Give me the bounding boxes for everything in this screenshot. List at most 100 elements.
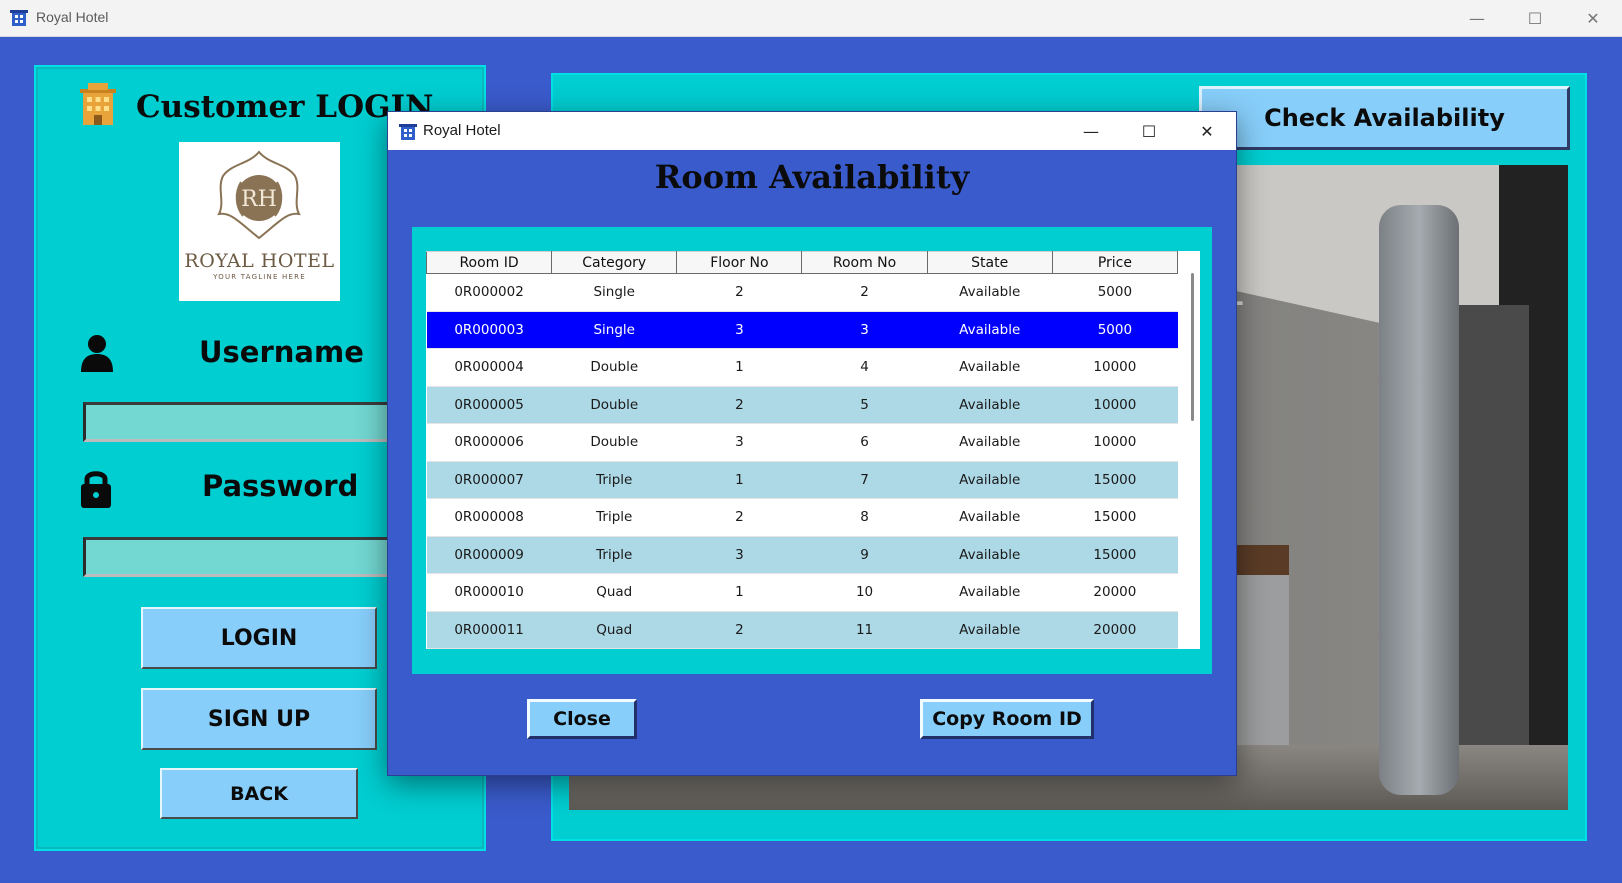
cell-floor-no: 3 [676, 423, 802, 462]
hotel-app-icon [10, 10, 28, 26]
cell-room-id: 0R000011 [426, 611, 552, 649]
table-row[interactable]: 0R000004 Double 1 4 Available 10000 [426, 348, 1178, 387]
dialog-maximize-button[interactable]: ☐ [1120, 112, 1178, 150]
close-window-button[interactable]: ✕ [1564, 0, 1622, 37]
cell-floor-no: 2 [676, 498, 802, 537]
cell-room-no: 9 [801, 536, 928, 574]
col-floor-no[interactable]: Floor No [676, 251, 803, 274]
logo-emblem: RH [217, 150, 301, 240]
cell-room-id: 0R000009 [426, 536, 552, 574]
cell-room-no: 3 [801, 311, 928, 349]
cell-room-id: 0R000006 [426, 423, 552, 462]
maximize-button[interactable]: ☐ [1506, 0, 1564, 37]
dialog-title: Royal Hotel [423, 122, 501, 139]
cell-room-no: 6 [801, 423, 928, 462]
scrollbar-thumb[interactable] [1191, 273, 1194, 421]
maximize-icon: ☐ [1141, 121, 1157, 141]
cell-price: 10000 [1052, 423, 1178, 462]
cell-state: Available [927, 386, 1053, 424]
username-label: Username [199, 335, 364, 369]
cell-room-id: 0R000004 [426, 348, 552, 387]
table-row[interactable]: 0R000010 Quad 1 10 Available 20000 [426, 573, 1178, 612]
cell-floor-no: 2 [676, 386, 802, 424]
col-price[interactable]: Price [1051, 251, 1179, 274]
table-row[interactable]: 0R000003 Single 3 3 Available 5000 [426, 311, 1178, 349]
table-row[interactable]: 0R000008 Triple 2 8 Available 15000 [426, 498, 1178, 537]
table-row[interactable]: 0R000009 Triple 3 9 Available 15000 [426, 536, 1178, 574]
cell-room-no: 10 [801, 573, 928, 612]
cell-category: Triple [551, 498, 677, 537]
cell-category: Triple [551, 536, 677, 574]
password-label: Password [202, 469, 359, 503]
col-room-no[interactable]: Room No [801, 251, 928, 274]
dialog-titlebar: Royal Hotel — ☐ ✕ [388, 112, 1236, 150]
minimize-icon: — [1469, 9, 1485, 28]
cell-category: Double [551, 348, 677, 387]
hotel-building-icon [80, 83, 116, 125]
cell-price: 5000 [1052, 311, 1178, 349]
cell-room-no: 5 [801, 386, 928, 424]
cell-price: 15000 [1052, 498, 1178, 537]
cell-room-id: 0R000008 [426, 498, 552, 537]
cell-state: Available [927, 348, 1053, 387]
cell-floor-no: 3 [676, 311, 802, 349]
table-scrollbar[interactable] [1184, 273, 1200, 649]
lock-icon [81, 471, 111, 508]
cell-category: Single [551, 311, 677, 349]
cell-floor-no: 1 [676, 461, 802, 499]
dialog-close-button[interactable]: ✕ [1178, 112, 1236, 150]
col-room-id[interactable]: Room ID [426, 251, 553, 274]
main-titlebar: Royal Hotel — ☐ ✕ [0, 0, 1622, 37]
col-category[interactable]: Category [551, 251, 678, 274]
cell-floor-no: 1 [676, 348, 802, 387]
cell-category: Double [551, 386, 677, 424]
table-row[interactable]: 0R000011 Quad 2 11 Available 20000 [426, 611, 1178, 649]
cell-category: Quad [551, 611, 677, 649]
hotel-app-icon [399, 124, 417, 140]
dialog-minimize-button[interactable]: — [1062, 112, 1120, 150]
maximize-icon: ☐ [1527, 9, 1543, 28]
cell-room-no: 4 [801, 348, 928, 387]
cell-price: 15000 [1052, 536, 1178, 574]
signup-button[interactable]: SIGN UP [141, 688, 377, 750]
dialog-heading: Room Availability [654, 158, 970, 196]
cell-category: Quad [551, 573, 677, 612]
minimize-button[interactable]: — [1448, 0, 1506, 37]
cell-price: 5000 [1052, 273, 1178, 312]
cell-floor-no: 2 [676, 273, 802, 312]
user-icon [81, 335, 113, 372]
cell-price: 15000 [1052, 461, 1178, 499]
cell-room-id: 0R000005 [426, 386, 552, 424]
cell-floor-no: 2 [676, 611, 802, 649]
cell-state: Available [927, 611, 1053, 649]
cell-floor-no: 1 [676, 573, 802, 612]
cell-room-no: 8 [801, 498, 928, 537]
window-title: Royal Hotel [36, 9, 109, 25]
close-button[interactable]: Close [527, 699, 637, 739]
cell-price: 10000 [1052, 386, 1178, 424]
login-button[interactable]: LOGIN [141, 607, 377, 669]
cell-state: Available [927, 461, 1053, 499]
cell-room-no: 2 [801, 273, 928, 312]
cell-price: 20000 [1052, 573, 1178, 612]
cell-state: Available [927, 498, 1053, 537]
close-icon: ✕ [1200, 121, 1214, 141]
table-row[interactable]: 0R000007 Triple 1 7 Available 15000 [426, 461, 1178, 499]
table-row[interactable]: 0R000002 Single 2 2 Available 5000 [426, 273, 1178, 312]
close-icon: ✕ [1586, 9, 1600, 28]
col-state[interactable]: State [926, 251, 1053, 274]
table-header-row: Room ID Category Floor No Room No State … [426, 251, 1179, 274]
table-row[interactable]: 0R000005 Double 2 5 Available 10000 [426, 386, 1178, 424]
copy-room-id-button[interactable]: Copy Room ID [920, 699, 1094, 739]
back-button[interactable]: BACK [160, 768, 358, 819]
check-availability-button[interactable]: Check Availability [1199, 86, 1570, 150]
cell-room-id: 0R000003 [426, 311, 552, 349]
cell-room-no: 11 [801, 611, 928, 649]
table-row[interactable]: 0R000006 Double 3 6 Available 10000 [426, 423, 1178, 462]
room-availability-dialog: Royal Hotel — ☐ ✕ Room Availability Room… [387, 111, 1237, 776]
hotel-logo: RH ROYAL HOTEL YOUR TAGLINE HERE [179, 142, 340, 301]
cell-state: Available [927, 311, 1053, 349]
cell-floor-no: 3 [676, 536, 802, 574]
rooms-table-area: Room ID Category Floor No Room No State … [426, 251, 1200, 649]
cell-category: Triple [551, 461, 677, 499]
